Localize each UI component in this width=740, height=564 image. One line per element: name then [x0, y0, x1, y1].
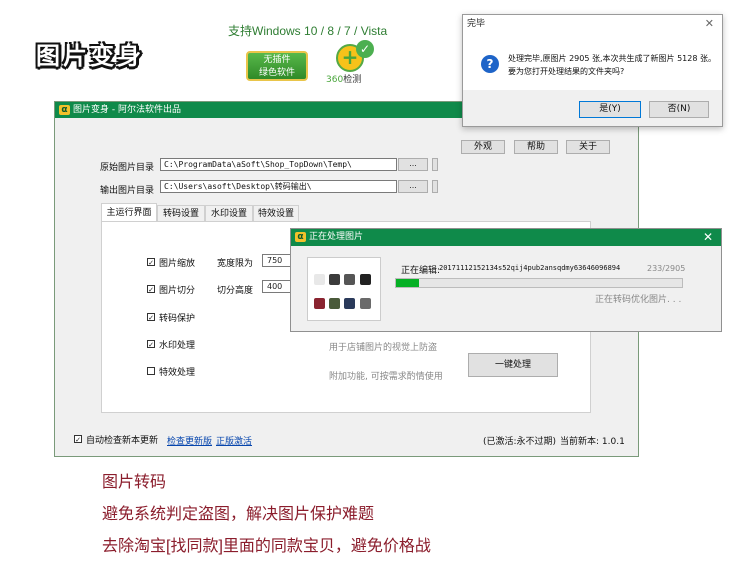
shirt-icon: [314, 274, 325, 285]
split-checkbox[interactable]: ✓: [147, 285, 155, 294]
watermark-description: 用于店铺图片的视觉上防盗: [329, 343, 438, 353]
image-thumbnail: [307, 257, 381, 321]
split-height-label: 切分高度: [217, 286, 254, 296]
badge-360: 360检测: [326, 72, 361, 85]
source-dir-browse-button[interactable]: ...: [398, 158, 428, 171]
badge-line1: 无插件: [263, 55, 291, 65]
dialog-titlebar: 完毕 ✕: [463, 15, 722, 33]
shirt-icon: [329, 298, 340, 309]
shirt-icon: [314, 298, 325, 309]
shirt-icon: [344, 298, 355, 309]
tab-transcode-settings[interactable]: 转码设置: [157, 205, 205, 222]
split-label: 图片切分: [159, 286, 196, 296]
progress-status: 正在转码优化图片. . .: [595, 295, 682, 305]
caption-line3: 去除淘宝[找同款]里面的同款宝贝，避免价格战: [102, 538, 431, 555]
resize-label: 图片缩放: [159, 259, 196, 269]
badge-line2: 绿色软件: [258, 68, 295, 78]
shirt-icon: [344, 274, 355, 285]
alpha-logo-icon: α: [295, 231, 306, 242]
progress-bar-fill: [396, 279, 419, 287]
os-support-text: 支持Windows 10 / 8 / 7 / Vista: [228, 24, 388, 38]
shirt-icon: [329, 274, 340, 285]
alpha-logo-icon: α: [59, 104, 70, 115]
yes-button[interactable]: 是(Y): [579, 101, 641, 118]
check-update-link[interactable]: 检查更新版: [167, 434, 212, 447]
help-button[interactable]: 帮助: [514, 140, 558, 154]
progress-window-titlebar: α 正在处理图片 ✕: [291, 229, 721, 246]
caption-line2: 避免系统判定盗图，解决图片保护难题: [102, 506, 375, 523]
source-dir-extra-button[interactable]: [432, 158, 438, 171]
dialog-footer: 是(Y) 否(N): [463, 90, 722, 126]
official-activate-link[interactable]: 正版激活: [216, 434, 252, 447]
product-logo-text: 图片变身: [36, 42, 144, 70]
source-dir-input[interactable]: C:\ProgramData\aSoft\Shop_TopDown\Temp\: [160, 158, 397, 171]
badge-360-number: 360: [326, 75, 344, 85]
badge-360-label: 检测: [343, 75, 362, 85]
tab-main[interactable]: 主运行界面: [101, 203, 157, 222]
progress-count: 233/2905: [647, 264, 686, 273]
dialog-title: 完毕: [467, 19, 486, 29]
shirt-icon: [360, 298, 371, 309]
no-button[interactable]: 否(N): [649, 101, 709, 118]
output-dir-browse-button[interactable]: ...: [398, 180, 428, 193]
auto-update-label: 自动检查新本更新: [86, 436, 159, 446]
tab-effects-settings[interactable]: 特效设置: [253, 205, 299, 222]
transcode-protect-label: 转码保护: [159, 314, 196, 324]
resize-checkbox[interactable]: ✓: [147, 258, 155, 267]
close-icon[interactable]: ✕: [703, 229, 713, 246]
green-software-badge: 无插件 绿色软件: [246, 51, 308, 81]
question-icon: ?: [481, 55, 499, 73]
editing-filename: 20171112152134s52qij4pub2ansqdmy63646096…: [439, 264, 621, 272]
activation-status: (已激活:永不过期): [483, 437, 557, 447]
progress-window-title: 正在处理图片: [309, 232, 364, 242]
effects-checkbox[interactable]: [147, 367, 155, 375]
output-dir-input[interactable]: C:\Users\asoft\Desktop\转码输出\: [160, 180, 397, 193]
progress-window: α 正在处理图片 ✕ 正在编辑: 20171112152134s52qij4pub…: [290, 228, 722, 332]
auto-update-checkbox[interactable]: ✓: [74, 435, 82, 444]
transcode-protect-checkbox[interactable]: ✓: [147, 313, 155, 322]
editing-label: 正在编辑:: [401, 266, 441, 276]
dialog-message-line2: 要为您打开处理结果的文件夹吗?: [508, 67, 625, 76]
effects-label: 特效处理: [159, 368, 196, 378]
dialog-message-line1: 处理完毕,原图片 2905 张,本次共生成了新图片 5128 张。: [508, 54, 716, 63]
caption-line1: 图片转码: [102, 474, 167, 491]
tab-watermark-settings[interactable]: 水印设置: [205, 205, 253, 222]
source-dir-label: 原始图片目录: [100, 163, 155, 173]
watermark-checkbox[interactable]: ✓: [147, 340, 155, 349]
completion-dialog: 完毕 ✕ ? 处理完毕,原图片 2905 张,本次共生成了新图片 5128 张。…: [462, 14, 723, 127]
shirt-icon: [360, 274, 371, 285]
output-dir-label: 输出图片目录: [100, 186, 155, 196]
close-icon[interactable]: ✕: [705, 15, 714, 33]
one-click-process-button[interactable]: 一键处理: [468, 353, 558, 377]
output-dir-extra-button[interactable]: [432, 180, 438, 193]
progress-bar: [395, 278, 683, 288]
check-icon: ✓: [356, 40, 374, 58]
watermark-label: 水印处理: [159, 341, 196, 351]
main-window-title: 图片变身 - 阿尔法软件出品: [73, 105, 181, 115]
version-text: 当前新本: 1.0.1: [560, 437, 625, 447]
effects-description: 附加功能, 可按需求酌情使用: [329, 372, 443, 382]
appearance-button[interactable]: 外观: [461, 140, 505, 154]
width-label: 宽度限为: [217, 259, 254, 269]
about-button[interactable]: 关于: [566, 140, 610, 154]
